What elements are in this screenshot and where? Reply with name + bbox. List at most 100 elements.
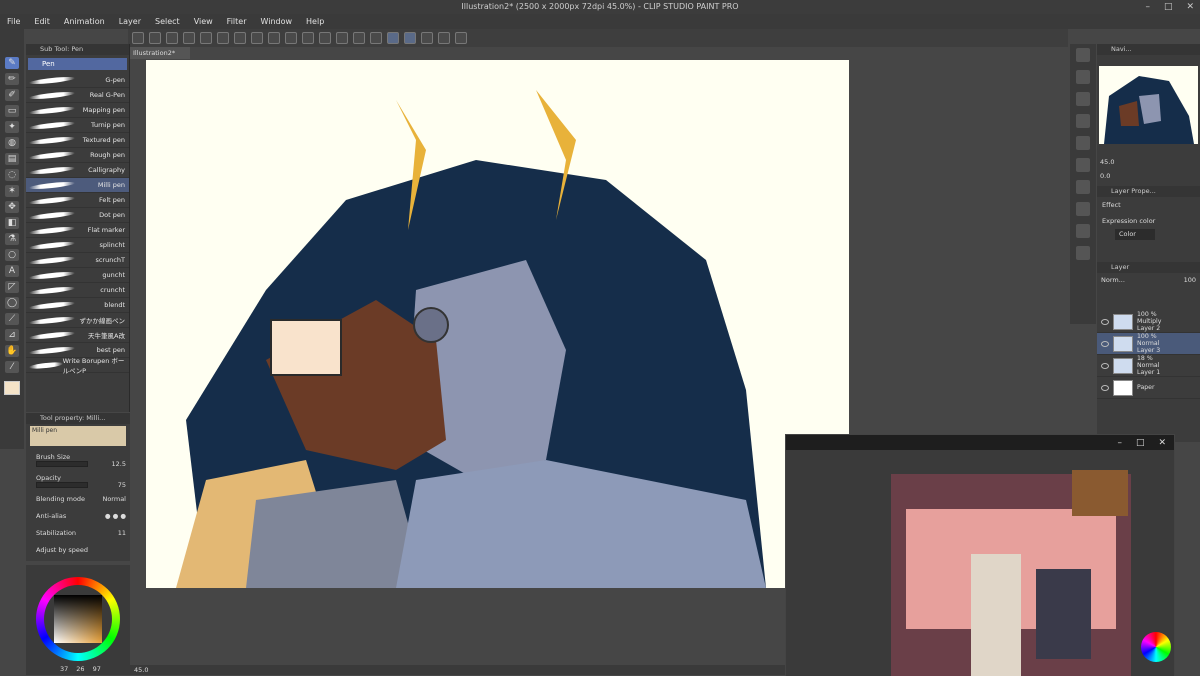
menu-window[interactable]: Window [253,17,299,26]
transform-icon[interactable] [302,32,314,44]
saturation-square[interactable] [54,595,102,643]
navigator-angle[interactable]: 0.0 [1100,172,1110,180]
material-icon[interactable] [438,32,450,44]
snap-ruler-icon[interactable] [387,32,399,44]
menu-select[interactable]: Select [148,17,187,26]
menu-file[interactable]: File [0,17,27,26]
overlay-minimize-icon[interactable]: – [1117,438,1122,448]
new-file-icon[interactable] [149,32,161,44]
overlay-window[interactable]: – □ ✕ [785,434,1175,676]
close-icon[interactable]: ✕ [1186,0,1194,14]
blending-select[interactable]: Normal [102,495,126,503]
show-selection-icon[interactable] [370,32,382,44]
search-icon[interactable] [1076,48,1090,62]
brush-item[interactable]: Mapping pen [26,103,129,118]
brush-item[interactable]: Textured pen [26,133,129,148]
auto-select-icon[interactable]: ✶ [5,185,19,197]
close-panel-icon[interactable] [1076,114,1090,128]
crop-icon[interactable] [336,32,348,44]
frame-tool-icon[interactable]: ◸ [5,281,19,293]
brush-item[interactable]: Milli pen [26,178,129,193]
brush-item[interactable]: guncht [26,268,129,283]
figure-tool-icon[interactable]: ○ [5,249,19,261]
snap-special-icon[interactable] [421,32,433,44]
gradient-tool-icon[interactable]: ◧ [5,217,19,229]
layer-opacity[interactable]: 100 [1184,276,1196,284]
delete-icon[interactable] [1076,158,1090,172]
menu-edit[interactable]: Edit [27,17,57,26]
clip-studio-icon[interactable] [132,32,144,44]
opacity-value[interactable]: 75 [118,481,126,489]
brush-size-slider[interactable] [36,461,88,467]
opacity-slider-row[interactable]: 75 [26,480,130,490]
stabilization-row[interactable]: Stabilization 11 [26,524,130,541]
opacity-slider[interactable] [36,482,88,488]
brush-item[interactable]: Felt pen [26,193,129,208]
main-color-swatch[interactable] [4,381,20,395]
text-tool-icon[interactable]: A [5,265,19,277]
page-icon[interactable] [1076,224,1090,238]
expression-select[interactable]: Color [1115,229,1155,240]
fill-tool-icon[interactable]: ▤ [5,153,19,165]
layer-blend-select[interactable]: Norm... [1101,276,1125,284]
eyedropper-icon[interactable]: ⁄ [5,361,19,373]
brush-item[interactable]: splincht [26,238,129,253]
brush-item[interactable]: blendt [26,298,129,313]
loading-icon[interactable] [251,32,263,44]
brush-item[interactable]: ずかか線画ペン [26,313,129,328]
correct-line-icon[interactable]: ⟋ [5,313,19,325]
image-icon[interactable] [1076,180,1090,194]
eye-icon[interactable] [1101,362,1109,369]
menu-animation[interactable]: Animation [57,17,112,26]
pen-group-tab[interactable]: Pen [28,58,127,70]
redo-icon[interactable] [234,32,246,44]
document-tab[interactable]: Illustration2* [130,47,190,59]
deselect-icon[interactable] [319,32,331,44]
eye-icon[interactable] [1101,318,1109,325]
layer-row[interactable]: 100 % Multiply Layer 2 [1097,311,1200,333]
brush-item[interactable]: Flat marker [26,223,129,238]
zoom-readout[interactable]: 45.0 [134,666,148,674]
navigator-thumbnail[interactable] [1099,66,1198,144]
folder-icon[interactable] [1076,202,1090,216]
overlay-maximize-icon[interactable]: □ [1136,438,1145,448]
snap-grid-icon[interactable] [404,32,416,44]
menu-layer[interactable]: Layer [112,17,148,26]
pen-tool-icon[interactable]: ✎ [5,57,19,69]
hand-tool-icon[interactable]: ✋ [5,345,19,357]
brush-size-value[interactable]: 12.5 [112,460,126,468]
overlay-reference-thumb[interactable] [1072,470,1128,516]
photo-icon[interactable] [1076,246,1090,260]
fill-icon[interactable] [285,32,297,44]
layer-row[interactable]: 100 % Normal Layer 3 [1097,333,1200,355]
camera2-icon[interactable] [1076,136,1090,150]
navigator-zoom[interactable]: 45.0 [1100,158,1114,166]
eye-icon[interactable] [1101,340,1109,347]
upload-icon[interactable] [200,32,212,44]
brush-item[interactable]: Real G-Pen [26,88,129,103]
layer-row[interactable]: 18 % Normal Layer 1 [1097,355,1200,377]
fill-bucket-icon[interactable]: ⚗ [5,233,19,245]
brush-item[interactable]: 天牛筆風A改 [26,328,129,343]
camera-icon[interactable] [1076,92,1090,106]
overlay-color-wheel[interactable] [1141,632,1171,662]
open-icon[interactable] [166,32,178,44]
blending-row[interactable]: Blending mode Normal [26,490,130,507]
clear-icon[interactable] [268,32,280,44]
maximize-icon[interactable]: □ [1164,0,1173,14]
invert-selection-icon[interactable] [353,32,365,44]
blend-tool-icon[interactable]: ◍ [5,137,19,149]
save-icon[interactable] [183,32,195,44]
brush-item[interactable]: Dot pen [26,208,129,223]
overlay-close-icon[interactable]: ✕ [1158,438,1166,448]
brush-item[interactable]: Rough pen [26,148,129,163]
balloon-tool-icon[interactable]: ◯ [5,297,19,309]
menu-filter[interactable]: Filter [220,17,254,26]
material-icon[interactable] [1076,70,1090,84]
menu-view[interactable]: View [187,17,220,26]
brush-tool-icon[interactable]: ✐ [5,89,19,101]
minimize-icon[interactable]: – [1145,0,1150,14]
brush-item[interactable]: Turnip pen [26,118,129,133]
drawing-canvas[interactable] [146,60,849,588]
move-layer-icon[interactable]: ✥ [5,201,19,213]
